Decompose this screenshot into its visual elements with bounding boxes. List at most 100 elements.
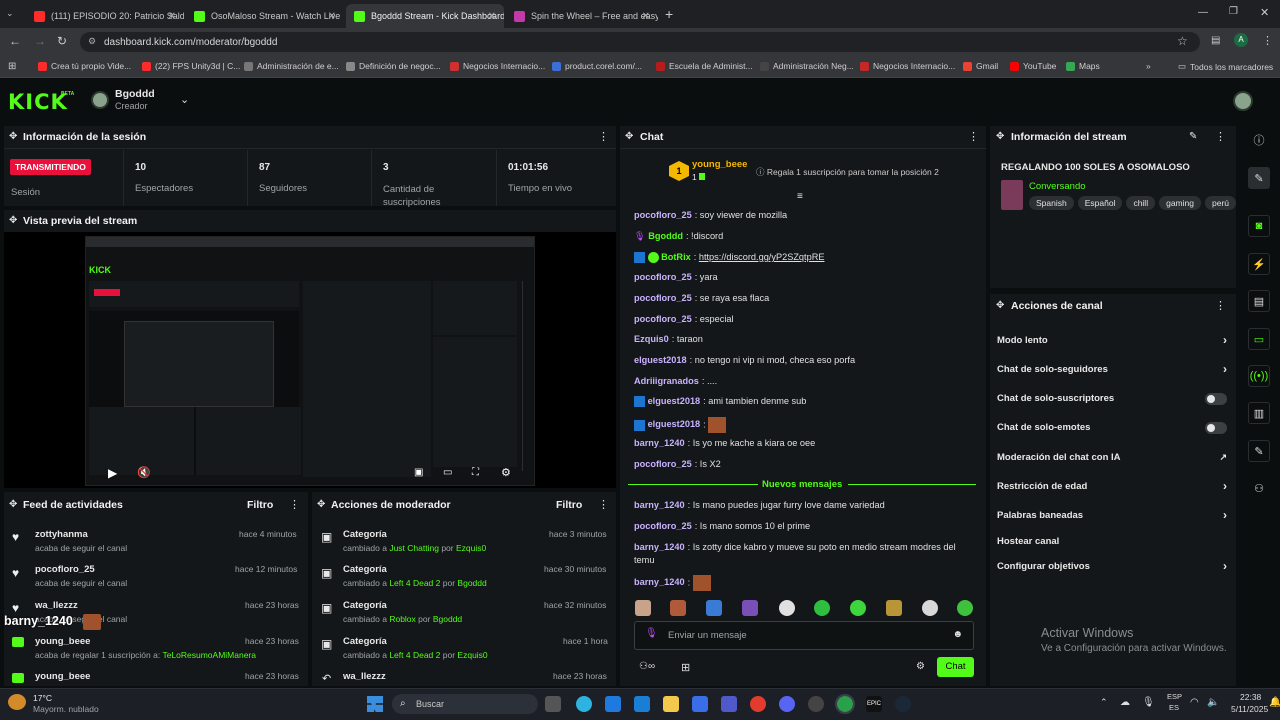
emote-icon[interactable] (742, 600, 758, 616)
emote-icon[interactable] (850, 600, 866, 616)
action-ai-moderation[interactable]: Moderación del chat con IA ↗ (997, 452, 1227, 466)
pinned-user[interactable]: young_beee (692, 159, 747, 170)
category-link[interactable]: Left 4 Dead 2 (389, 578, 440, 588)
emoji-icon[interactable]: ☻ (952, 629, 963, 640)
camera-icon[interactable]: ◙ (1248, 215, 1270, 237)
tab-search-icon[interactable]: ⌄ (6, 8, 14, 19)
emote-icon[interactable] (922, 600, 938, 616)
back-icon[interactable]: ← (9, 34, 21, 48)
forward-icon[interactable]: → (34, 34, 46, 48)
close-icon[interactable]: ✕ (168, 11, 176, 22)
steam-icon[interactable] (895, 696, 911, 712)
fullscreen-icon[interactable]: ⛶ (472, 467, 479, 478)
tab-spin-wheel[interactable]: Spin the Wheel – Free and easy ✕ (506, 4, 658, 28)
bookmark-item[interactable]: Crea tú propio Vide... (38, 61, 131, 71)
drag-handle-icon[interactable]: ✥ (317, 499, 325, 510)
maximize-button[interactable]: ❐ (1229, 6, 1238, 17)
action-age-restriction[interactable]: Restricción de edad › (997, 479, 1227, 495)
bookmark-item[interactable]: product.corel.com/... (552, 61, 642, 71)
emote-icon[interactable] (814, 600, 830, 616)
close-window-button[interactable]: ✕ (1260, 6, 1269, 19)
store-icon[interactable] (692, 696, 708, 712)
activity-user[interactable]: young_beee (35, 636, 90, 647)
group-icon[interactable]: ⚇∞ (639, 661, 655, 672)
extensions-icon[interactable]: ▤ (1211, 35, 1220, 46)
layout-icon[interactable]: ▥ (1248, 402, 1270, 424)
store-icon[interactable]: ⊞ (681, 661, 690, 674)
chat-user[interactable]: barny_1240 (634, 500, 685, 510)
chat-bubble-icon[interactable]: ▭ (1248, 328, 1270, 350)
close-icon[interactable]: ✕ (488, 11, 496, 22)
explorer-icon[interactable] (663, 696, 679, 712)
mute-icon[interactable]: 🔇 (137, 466, 151, 479)
lightning-icon[interactable]: ⚡ (1248, 253, 1270, 275)
user-avatar[interactable] (1233, 91, 1253, 111)
action-configure-goals[interactable]: Configurar objetivos › (997, 559, 1227, 575)
chat-user[interactable]: pocofloro_25 (634, 521, 692, 531)
bookmark-item[interactable]: Definición de negoc... (346, 61, 441, 71)
edge-icon[interactable] (605, 696, 621, 712)
wifi-icon[interactable]: ◠ (1190, 697, 1199, 708)
drag-handle-icon[interactable]: ✥ (996, 131, 1004, 142)
bookmark-item[interactable]: Negocios Internacio... (450, 61, 545, 71)
pip-icon[interactable]: ▣ (414, 467, 423, 478)
category-link[interactable]: Roblox (389, 614, 415, 624)
emote-icon[interactable] (670, 600, 686, 616)
chat-user[interactable]: Ezquis0 (634, 334, 669, 344)
chrome-icon[interactable] (750, 696, 766, 712)
chat-user[interactable]: Bgoddd (648, 231, 683, 241)
wrench-icon[interactable]: ✎ (1248, 440, 1270, 462)
profile-avatar[interactable]: A (1234, 33, 1248, 47)
tab-youtube[interactable]: (111) EPISODIO 20: Patricio Sald ✕ (26, 4, 184, 28)
new-tab-button[interactable]: + (665, 6, 673, 22)
task-view-icon[interactable] (545, 696, 561, 712)
action-host-channel[interactable]: Hostear canal (997, 536, 1227, 550)
category-link[interactable]: Just Chatting (389, 543, 439, 553)
chat-link[interactable]: https://discord.gg/yP2SZqtpRE (699, 252, 825, 262)
onedrive-icon[interactable]: ☁ (1120, 697, 1130, 708)
tab-osomaloso[interactable]: OsoMaloso Stream - Watch Live ✕ (186, 4, 344, 28)
collapse-icon[interactable]: ≡ (797, 191, 803, 202)
apps-icon[interactable]: ⊞ (8, 61, 16, 72)
chevron-up-icon[interactable]: ⌃ (1100, 697, 1108, 708)
language-code[interactable]: ESP (1167, 692, 1182, 701)
clock-date[interactable]: 5/11/2025 (1231, 704, 1268, 714)
chrome-active-icon[interactable] (835, 694, 855, 714)
activity-user[interactable]: pocofloro_25 (35, 564, 95, 575)
action-followers-only[interactable]: Chat de solo-seguidores › (997, 362, 1227, 378)
category-thumbnail[interactable] (1001, 180, 1023, 210)
action-slow-mode[interactable]: Modo lento › (997, 333, 1227, 349)
document-icon[interactable]: ▤ (1248, 290, 1270, 312)
bookmark-item[interactable]: Gmail (963, 61, 998, 71)
tag[interactable]: perú (1204, 196, 1236, 210)
chat-user[interactable]: pocofloro_25 (634, 210, 692, 220)
close-icon[interactable]: ✕ (642, 11, 650, 22)
more-bookmarks-icon[interactable]: » (1146, 61, 1151, 71)
tag[interactable]: gaming (1159, 196, 1201, 210)
drag-handle-icon[interactable]: ✥ (9, 131, 17, 142)
info-icon[interactable]: ⓘ (1248, 129, 1270, 151)
theater-icon[interactable]: ▭ (443, 467, 452, 478)
activity-user[interactable]: wa_llezzz (35, 600, 78, 611)
chat-user[interactable]: barny_1240 (634, 438, 685, 448)
reload-icon[interactable]: ↻ (57, 34, 67, 48)
bookmark-item[interactable]: Administración Neg... (760, 61, 854, 71)
chat-input[interactable]: 🎙 Enviar un mensaje ☻ (634, 621, 974, 650)
emote-icon[interactable] (886, 600, 902, 616)
activity-user[interactable]: young_beee (35, 671, 90, 682)
settings-icon[interactable]: ⚙ (501, 466, 511, 479)
emote-icon[interactable] (635, 600, 651, 616)
chat-user[interactable]: elguest2018 (648, 419, 701, 429)
group-icon[interactable]: ⚇ (1248, 477, 1270, 499)
subs-only-toggle[interactable] (1205, 393, 1227, 405)
gift-recipient[interactable]: TeLoResumoAMiManera (162, 650, 256, 660)
menu-icon[interactable]: ⋮ (1262, 34, 1273, 47)
filter-button[interactable]: Filtro (556, 499, 582, 511)
volume-icon[interactable]: 🔈 (1207, 697, 1219, 708)
drag-handle-icon[interactable]: ✥ (9, 499, 17, 510)
broadcast-icon[interactable]: ((•)) (1248, 365, 1270, 387)
taskbar-search[interactable]: ⌕ Buscar (392, 694, 538, 714)
minimize-button[interactable]: — (1198, 7, 1208, 18)
chevron-down-icon[interactable]: ⌄ (180, 93, 189, 106)
new-messages-divider[interactable]: Nuevos mensajes (762, 479, 842, 490)
